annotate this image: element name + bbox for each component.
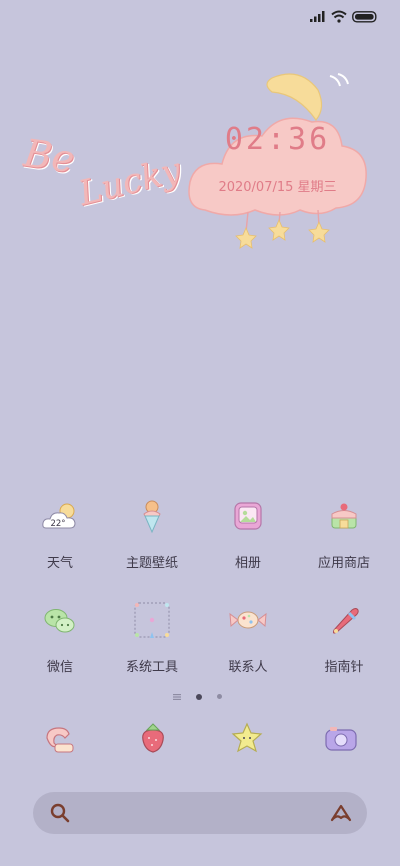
system-tools-icon xyxy=(134,602,170,638)
page-dot-active[interactable] xyxy=(195,693,202,700)
assistant-icon[interactable] xyxy=(329,803,353,823)
app-label: 相册 xyxy=(234,556,261,571)
app-system-tools[interactable]: 系统工具 xyxy=(102,598,202,675)
app-weather[interactable]: 22° 天气 xyxy=(10,494,110,571)
star-icon[interactable] xyxy=(225,716,269,760)
app-label: 联系人 xyxy=(228,660,268,675)
app-wechat[interactable]: 微信 xyxy=(10,598,110,675)
phone-icon[interactable] xyxy=(37,716,81,760)
wechat-icon xyxy=(44,609,75,633)
clock-date: 2020/07/15 星期三 xyxy=(218,180,337,195)
app-label: 主题壁纸 xyxy=(125,556,178,571)
page-dot[interactable] xyxy=(216,694,222,699)
compass-icon xyxy=(332,608,359,634)
app-label: 系统工具 xyxy=(125,660,178,675)
app-album[interactable]: 相册 xyxy=(198,494,298,571)
app-label: 应用商店 xyxy=(317,556,370,571)
app-theme-wallpaper[interactable]: 主题壁纸 xyxy=(102,494,202,571)
menu-lines-icon xyxy=(173,693,182,700)
page-indicator[interactable] xyxy=(0,686,400,705)
camera-icon[interactable] xyxy=(319,716,363,760)
ice-cream-icon xyxy=(143,500,161,534)
strawberry-icon[interactable] xyxy=(131,716,175,760)
app-label: 微信 xyxy=(46,660,73,675)
signal-icon xyxy=(310,11,325,22)
dock xyxy=(0,716,400,764)
weather-icon: 22° xyxy=(42,503,76,529)
wifi-icon xyxy=(331,10,347,23)
candy-contacts-icon xyxy=(229,611,267,629)
clock-time: 02:36 xyxy=(224,122,331,157)
cake-store-icon xyxy=(331,503,357,529)
app-compass[interactable]: 指南针 xyxy=(294,598,394,675)
cloud-moon-illustration xyxy=(188,73,367,249)
search-bar[interactable] xyxy=(33,792,367,834)
app-app-store[interactable]: 应用商店 xyxy=(294,494,394,571)
app-label: 天气 xyxy=(46,556,73,571)
app-contacts[interactable]: 联系人 xyxy=(198,598,298,675)
weather-temp: 22° xyxy=(50,519,65,529)
battery-icon xyxy=(352,11,377,23)
status-bar xyxy=(0,0,400,36)
photo-album-icon xyxy=(234,502,262,530)
clock-widget[interactable]: Be Lucky 02:36 2020/07/15 星期三 xyxy=(0,60,400,260)
search-icon[interactable] xyxy=(50,803,70,823)
app-label: 指南针 xyxy=(324,660,364,675)
